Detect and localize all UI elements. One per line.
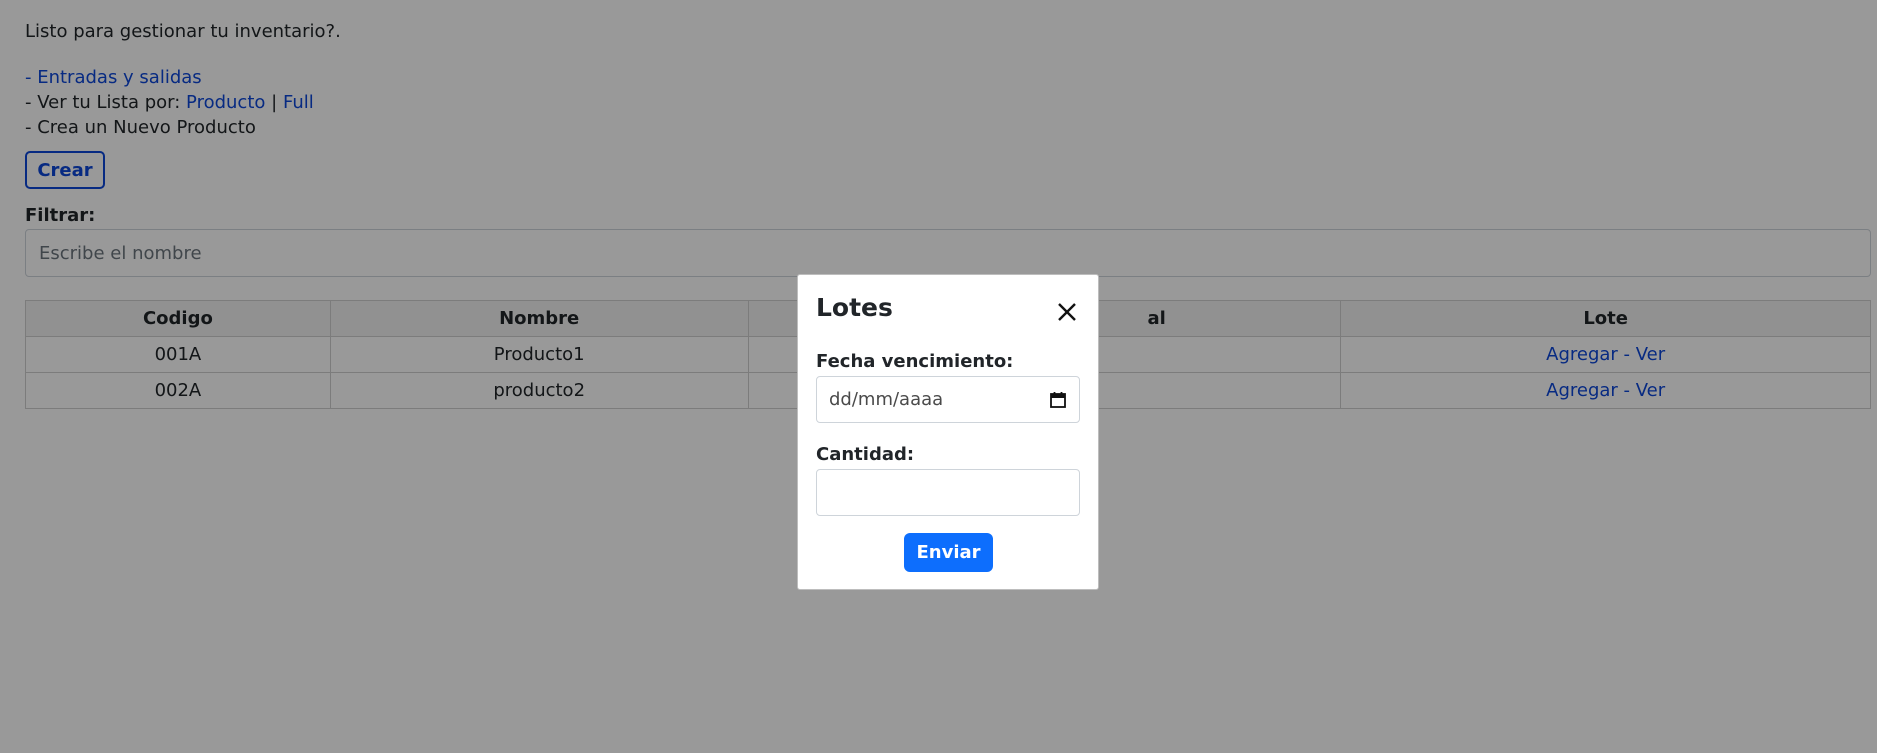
enviar-button[interactable]: Enviar [904,533,993,572]
close-icon [1058,303,1076,321]
fecha-vencimiento-input[interactable]: dd/mm/aaaa [816,376,1080,423]
close-button[interactable] [1052,297,1082,327]
cantidad-input[interactable] [816,469,1080,516]
date-placeholder: dd/mm/aaaa [829,389,944,410]
modal-title: Lotes [816,293,893,322]
fecha-vencimiento-label: Fecha vencimiento: [816,351,1014,372]
calendar-icon[interactable] [1049,391,1067,409]
lotes-modal: Lotes Fecha vencimiento: dd/mm/aaaa Cant… [797,274,1099,590]
cantidad-label: Cantidad: [816,444,915,465]
